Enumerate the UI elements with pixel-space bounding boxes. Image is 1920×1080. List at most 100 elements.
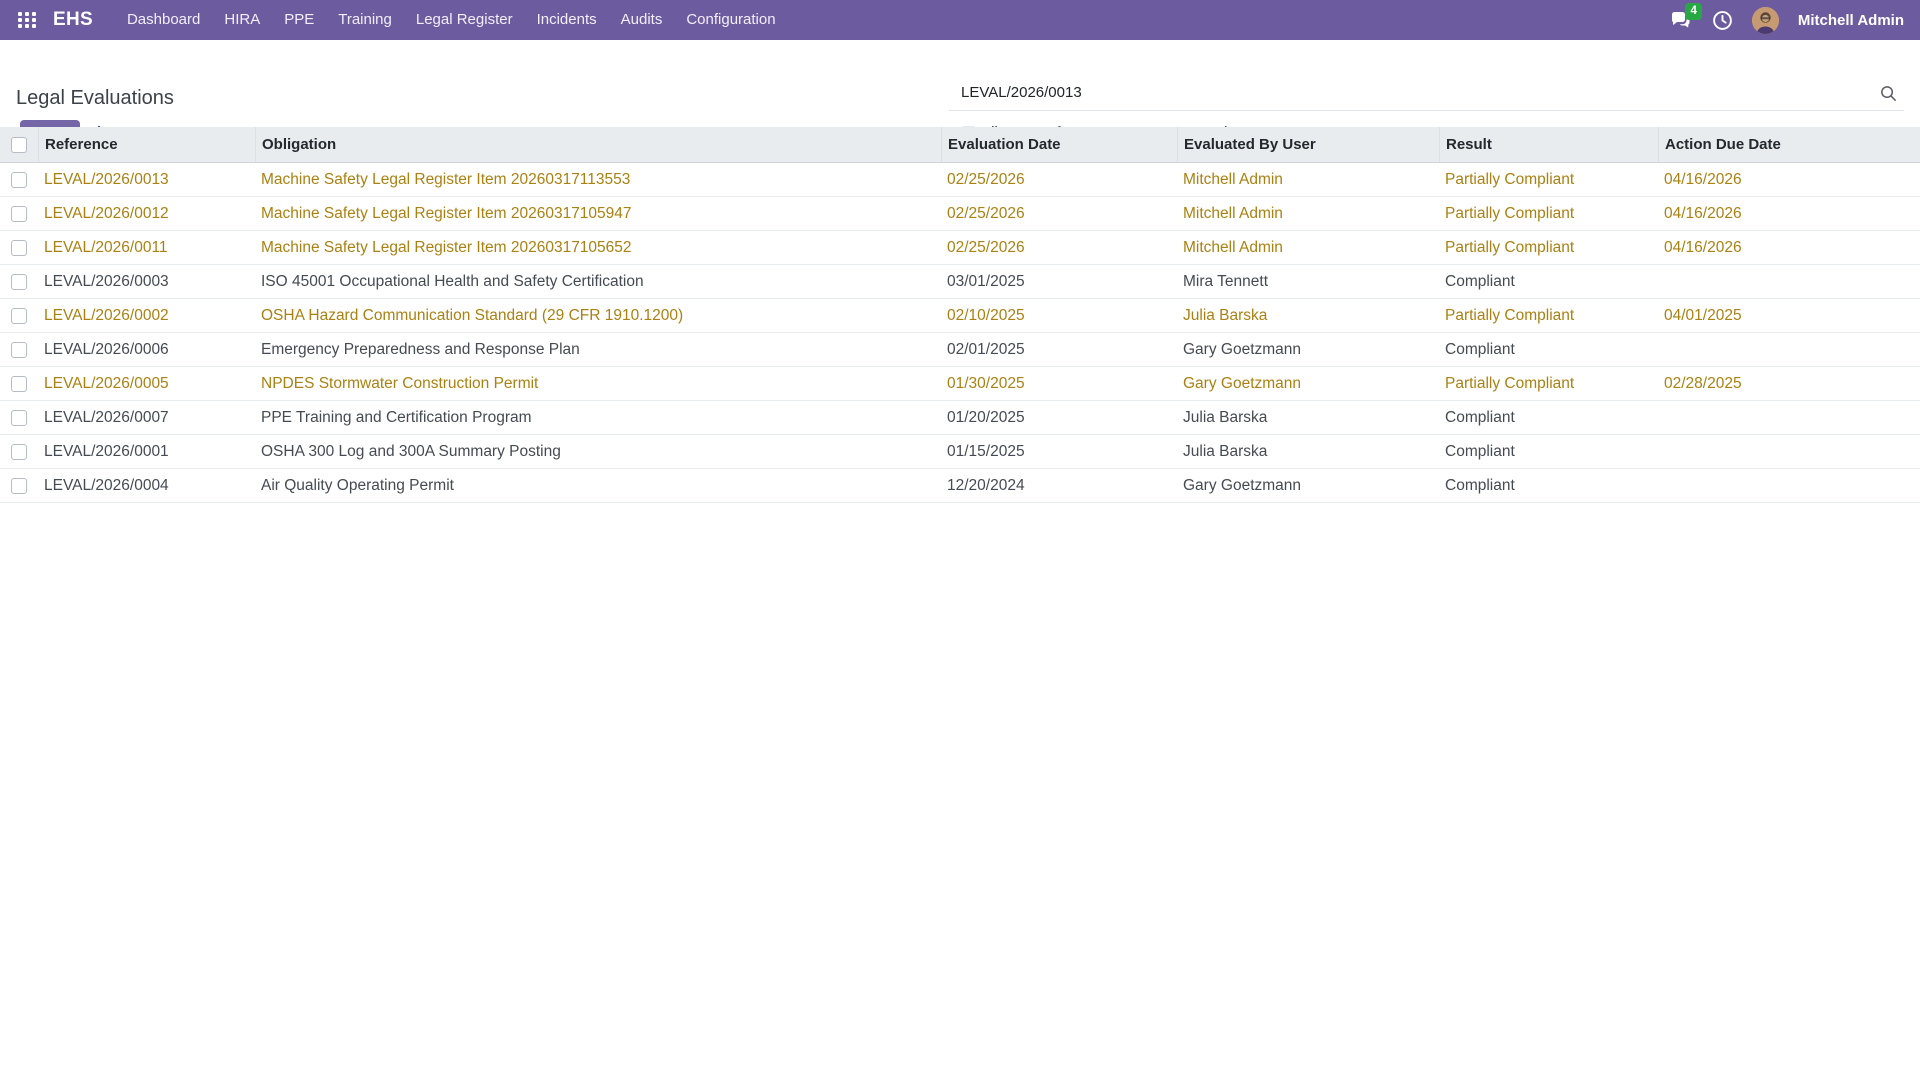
menu-item-dashboard[interactable]: Dashboard bbox=[115, 0, 212, 40]
table-row[interactable]: LEVAL/2026/0004 Air Quality Operating Pe… bbox=[0, 469, 1920, 503]
table-row[interactable]: LEVAL/2026/0002 OSHA Hazard Communicatio… bbox=[0, 299, 1920, 333]
cell-evaluated-by[interactable]: Julia Barska bbox=[1177, 307, 1439, 325]
cell-evaluation-date[interactable]: 03/01/2025 bbox=[941, 273, 1177, 291]
cell-obligation[interactable]: OSHA Hazard Communication Standard (29 C… bbox=[255, 307, 941, 325]
column-header-evaluation-date[interactable]: Evaluation Date bbox=[941, 127, 1177, 162]
row-checkbox[interactable] bbox=[11, 172, 27, 188]
cell-evaluated-by[interactable]: Mira Tennett bbox=[1177, 273, 1439, 291]
table-row[interactable]: LEVAL/2026/0003 ISO 45001 Occupational H… bbox=[0, 265, 1920, 299]
table-row[interactable]: LEVAL/2026/0001 OSHA 300 Log and 300A Su… bbox=[0, 435, 1920, 469]
cell-action-due-date[interactable]: 02/28/2025 bbox=[1658, 375, 1920, 393]
cell-evaluated-by[interactable]: Gary Goetzmann bbox=[1177, 375, 1439, 393]
search-input[interactable] bbox=[949, 80, 1904, 110]
row-checkbox[interactable] bbox=[11, 308, 27, 324]
cell-action-due-date[interactable]: 04/01/2025 bbox=[1658, 307, 1920, 325]
cell-result[interactable]: Partially Compliant bbox=[1439, 375, 1658, 393]
cell-obligation[interactable]: Machine Safety Legal Register Item 20260… bbox=[255, 239, 941, 257]
cell-evaluation-date[interactable]: 01/20/2025 bbox=[941, 409, 1177, 427]
user-name[interactable]: Mitchell Admin bbox=[1798, 12, 1904, 29]
table-row[interactable]: LEVAL/2026/0005 NPDES Stormwater Constru… bbox=[0, 367, 1920, 401]
cell-result[interactable]: Partially Compliant bbox=[1439, 307, 1658, 325]
column-header-evaluated-by[interactable]: Evaluated By User bbox=[1177, 127, 1439, 162]
column-header-action-due-date[interactable]: Action Due Date bbox=[1658, 127, 1920, 162]
cell-evaluation-date[interactable]: 02/25/2026 bbox=[941, 205, 1177, 223]
row-checkbox[interactable] bbox=[11, 240, 27, 256]
menu-item-ppe[interactable]: PPE bbox=[272, 0, 326, 40]
cell-evaluation-date[interactable]: 01/15/2025 bbox=[941, 443, 1177, 461]
select-all-checkbox[interactable] bbox=[11, 137, 27, 153]
cell-reference[interactable]: LEVAL/2026/0002 bbox=[38, 307, 255, 325]
cell-result[interactable]: Compliant bbox=[1439, 409, 1658, 427]
cell-evaluated-by[interactable]: Julia Barska bbox=[1177, 409, 1439, 427]
table-row[interactable]: LEVAL/2026/0012 Machine Safety Legal Reg… bbox=[0, 197, 1920, 231]
cell-action-due-date[interactable]: 04/16/2026 bbox=[1658, 239, 1920, 257]
cell-evaluated-by[interactable]: Gary Goetzmann bbox=[1177, 341, 1439, 359]
cell-result[interactable]: Partially Compliant bbox=[1439, 171, 1658, 189]
cell-reference[interactable]: LEVAL/2026/0013 bbox=[38, 171, 255, 189]
cell-evaluation-date[interactable]: 01/30/2025 bbox=[941, 375, 1177, 393]
cell-evaluation-date[interactable]: 02/01/2025 bbox=[941, 341, 1177, 359]
row-checkbox[interactable] bbox=[11, 376, 27, 392]
cell-result[interactable]: Compliant bbox=[1439, 341, 1658, 359]
cell-obligation[interactable]: Air Quality Operating Permit bbox=[255, 477, 941, 495]
table-row[interactable]: LEVAL/2026/0013 Machine Safety Legal Reg… bbox=[0, 163, 1920, 197]
menu-item-hira[interactable]: HIRA bbox=[212, 0, 272, 40]
cell-evaluated-by[interactable]: Gary Goetzmann bbox=[1177, 477, 1439, 495]
user-avatar[interactable] bbox=[1752, 7, 1779, 34]
messages-icon[interactable]: 4 bbox=[1669, 8, 1693, 32]
cell-result[interactable]: Compliant bbox=[1439, 477, 1658, 495]
cell-reference[interactable]: LEVAL/2026/0001 bbox=[38, 443, 255, 461]
cell-action-due-date[interactable]: 04/16/2026 bbox=[1658, 171, 1920, 189]
row-checkbox[interactable] bbox=[11, 410, 27, 426]
cell-result[interactable]: Compliant bbox=[1439, 273, 1658, 291]
cell-evaluated-by[interactable]: Mitchell Admin bbox=[1177, 171, 1439, 189]
cell-obligation[interactable]: Emergency Preparedness and Response Plan bbox=[255, 341, 941, 359]
cell-reference[interactable]: LEVAL/2026/0004 bbox=[38, 477, 255, 495]
column-header-result[interactable]: Result bbox=[1439, 127, 1658, 162]
cell-result[interactable]: Partially Compliant bbox=[1439, 239, 1658, 257]
cell-evaluated-by[interactable]: Mitchell Admin bbox=[1177, 239, 1439, 257]
cell-reference[interactable]: LEVAL/2026/0003 bbox=[38, 273, 255, 291]
activities-clock-icon[interactable] bbox=[1712, 10, 1733, 31]
cell-obligation[interactable]: NPDES Stormwater Construction Permit bbox=[255, 375, 941, 393]
menu-item-legal-register[interactable]: Legal Register bbox=[404, 0, 525, 40]
row-checkbox[interactable] bbox=[11, 478, 27, 494]
row-select-cell bbox=[0, 444, 38, 460]
cell-result[interactable]: Compliant bbox=[1439, 443, 1658, 461]
menu-item-configuration[interactable]: Configuration bbox=[674, 0, 787, 40]
app-name[interactable]: EHS bbox=[53, 9, 93, 31]
cell-obligation[interactable]: OSHA 300 Log and 300A Summary Posting bbox=[255, 443, 941, 461]
table-row[interactable]: LEVAL/2026/0011 Machine Safety Legal Reg… bbox=[0, 231, 1920, 265]
menu-item-audits[interactable]: Audits bbox=[609, 0, 675, 40]
row-checkbox[interactable] bbox=[11, 444, 27, 460]
row-checkbox[interactable] bbox=[11, 274, 27, 290]
search-icon[interactable] bbox=[1879, 84, 1898, 108]
cell-evaluated-by[interactable]: Julia Barska bbox=[1177, 443, 1439, 461]
table-row[interactable]: LEVAL/2026/0006 Emergency Preparedness a… bbox=[0, 333, 1920, 367]
cell-reference[interactable]: LEVAL/2026/0007 bbox=[38, 409, 255, 427]
menu-item-training[interactable]: Training bbox=[326, 0, 404, 40]
menu-item-incidents[interactable]: Incidents bbox=[525, 0, 609, 40]
cell-reference[interactable]: LEVAL/2026/0011 bbox=[38, 239, 255, 257]
cell-reference[interactable]: LEVAL/2026/0012 bbox=[38, 205, 255, 223]
column-header-reference[interactable]: Reference bbox=[38, 127, 255, 162]
cell-evaluated-by[interactable]: Mitchell Admin bbox=[1177, 205, 1439, 223]
column-header-obligation[interactable]: Obligation bbox=[255, 127, 941, 162]
cell-result[interactable]: Partially Compliant bbox=[1439, 205, 1658, 223]
cell-evaluation-date[interactable]: 12/20/2024 bbox=[941, 477, 1177, 495]
apps-grid-icon[interactable] bbox=[18, 12, 37, 28]
cell-evaluation-date[interactable]: 02/25/2026 bbox=[941, 239, 1177, 257]
row-checkbox[interactable] bbox=[11, 342, 27, 358]
cell-action-due-date[interactable]: 04/16/2026 bbox=[1658, 205, 1920, 223]
cell-obligation[interactable]: PPE Training and Certification Program bbox=[255, 409, 941, 427]
cell-reference[interactable]: LEVAL/2026/0006 bbox=[38, 341, 255, 359]
cell-obligation[interactable]: Machine Safety Legal Register Item 20260… bbox=[255, 205, 941, 223]
cell-evaluation-date[interactable]: 02/25/2026 bbox=[941, 171, 1177, 189]
table-row[interactable]: LEVAL/2026/0007 PPE Training and Certifi… bbox=[0, 401, 1920, 435]
cell-obligation[interactable]: ISO 45001 Occupational Health and Safety… bbox=[255, 273, 941, 291]
cell-reference[interactable]: LEVAL/2026/0005 bbox=[38, 375, 255, 393]
search-bar bbox=[949, 80, 1904, 111]
row-checkbox[interactable] bbox=[11, 206, 27, 222]
cell-evaluation-date[interactable]: 02/10/2025 bbox=[941, 307, 1177, 325]
cell-obligation[interactable]: Machine Safety Legal Register Item 20260… bbox=[255, 171, 941, 189]
